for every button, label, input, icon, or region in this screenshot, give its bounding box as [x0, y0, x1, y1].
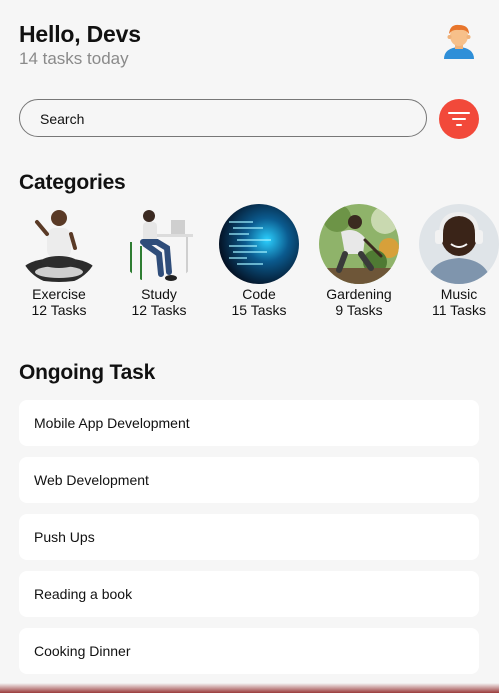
filter-button[interactable]: [439, 99, 479, 139]
category-name: Exercise: [32, 286, 86, 302]
category-exercise[interactable]: Exercise 12 Tasks: [9, 204, 109, 318]
header: Hello, Devs 14 tasks today: [19, 20, 141, 70]
category-study[interactable]: Study 12 Tasks: [109, 204, 209, 318]
category-name: Study: [141, 286, 177, 302]
code-image: [219, 204, 299, 284]
tasks-today-subtitle: 14 tasks today: [19, 49, 129, 68]
ongoing-task-title: Ongoing Task: [19, 361, 156, 384]
exercise-image: [19, 204, 99, 284]
categories-title: Categories: [19, 171, 126, 194]
task-label: Reading a book: [34, 586, 133, 602]
categories-list: Exercise 12 Tasks Study 12 Tasks Code 15…: [0, 204, 499, 324]
ongoing-task-list: Mobile App Development Web Development P…: [19, 400, 479, 685]
category-count: 9 Tasks: [335, 302, 383, 318]
category-count: 12 Tasks: [131, 302, 187, 318]
category-count: 15 Tasks: [231, 302, 287, 318]
category-gardening[interactable]: Gardening 9 Tasks: [309, 204, 409, 318]
category-count: 11 Tasks: [432, 302, 486, 318]
task-item[interactable]: Push Ups: [19, 514, 479, 560]
category-name: Music: [440, 286, 478, 302]
task-item[interactable]: Web Development: [19, 457, 479, 503]
greeting-title: Hello, Devs: [19, 21, 141, 47]
task-label: Cooking Dinner: [34, 643, 131, 659]
search-input[interactable]: [40, 109, 410, 129]
gardening-image: [319, 204, 399, 284]
filter-icon: [448, 112, 470, 126]
task-item[interactable]: Reading a book: [19, 571, 479, 617]
category-code[interactable]: Code 15 Tasks: [209, 204, 309, 318]
category-count: 12 Tasks: [31, 302, 87, 318]
search-bar: [19, 99, 427, 137]
task-item[interactable]: Mobile App Development: [19, 400, 479, 446]
task-label: Mobile App Development: [34, 415, 190, 431]
task-label: Web Development: [34, 472, 149, 488]
category-music[interactable]: Music 11 Tasks: [409, 204, 499, 318]
music-image: [419, 204, 499, 284]
window-bottom-edge: [0, 683, 499, 693]
category-name: Code: [242, 286, 276, 302]
task-label: Push Ups: [34, 529, 95, 545]
category-name: Gardening: [326, 286, 392, 302]
study-image: [119, 204, 199, 284]
person-avatar-icon[interactable]: [441, 22, 477, 60]
task-item[interactable]: Cooking Dinner: [19, 628, 479, 674]
